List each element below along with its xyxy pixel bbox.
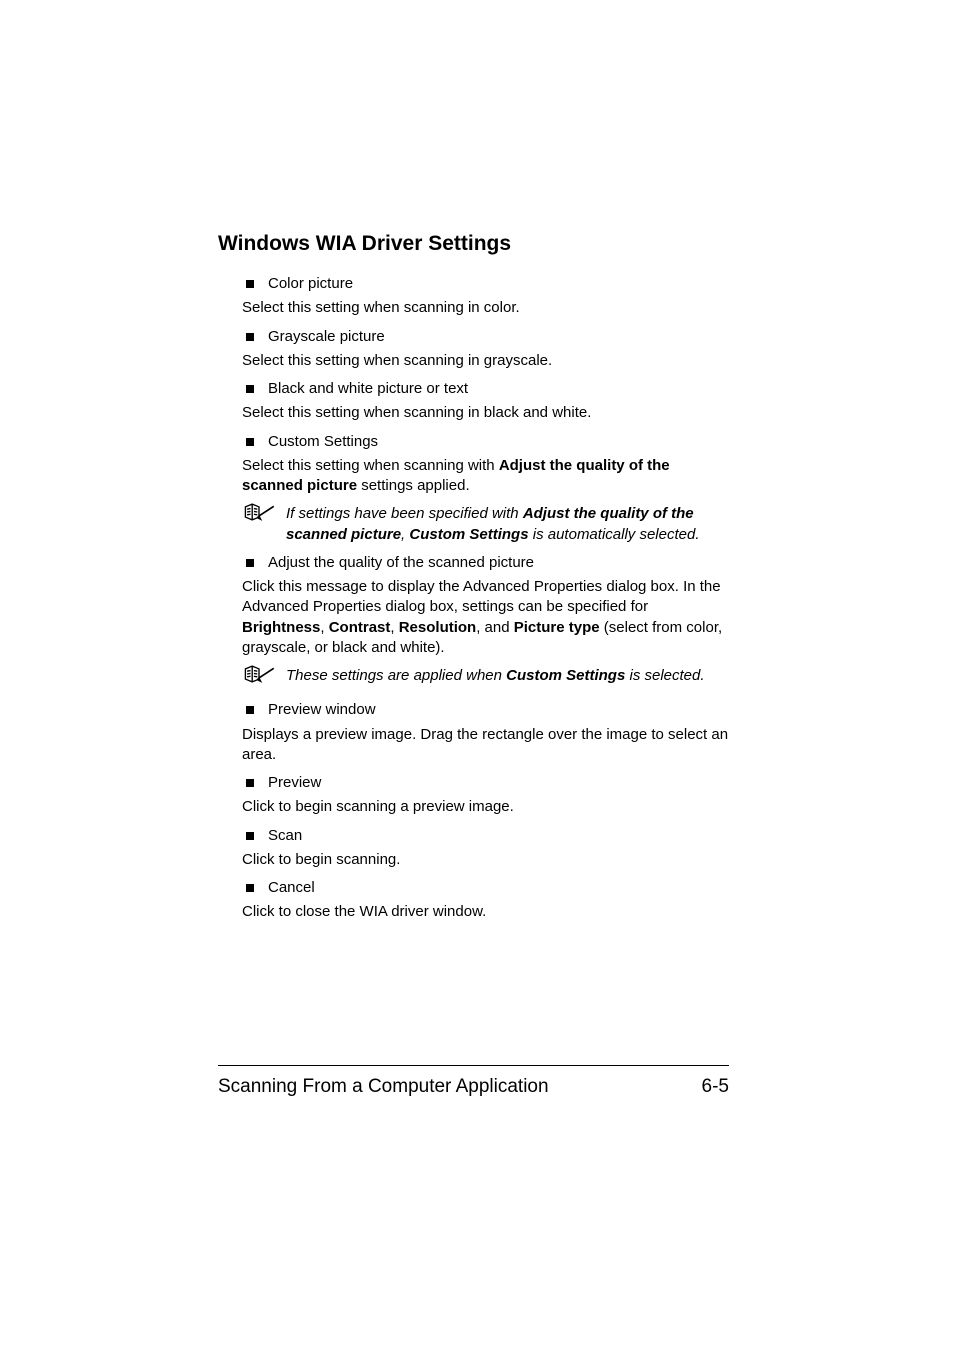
note-icon <box>242 664 276 690</box>
desc-bw-picture: Select this setting when scanning in bla… <box>242 403 729 423</box>
text-fragment: , and <box>476 619 514 636</box>
square-bullet-icon <box>246 280 254 288</box>
desc-preview-window: Displays a preview image. Drag the recta… <box>242 725 729 766</box>
square-bullet-icon <box>246 438 254 446</box>
text-bold: Custom Settings <box>409 526 528 543</box>
bullet-label: Black and white picture or text <box>268 379 468 399</box>
text-fragment: If settings have been specified with <box>286 505 523 522</box>
text-fragment: Click this message to display the Advanc… <box>242 578 721 615</box>
bullet-grayscale-picture: Grayscale picture <box>246 327 729 347</box>
desc-cancel: Click to close the WIA driver window. <box>242 902 729 922</box>
desc-preview: Click to begin scanning a preview image. <box>242 797 729 817</box>
note-applied-when: These settings are applied when Custom S… <box>242 666 729 692</box>
text-fragment: is automatically selected. <box>529 526 700 543</box>
bullet-preview-window: Preview window <box>246 700 729 720</box>
bullet-label: Preview window <box>268 700 376 720</box>
bullet-label: Cancel <box>268 878 315 898</box>
desc-color-picture: Select this setting when scanning in col… <box>242 298 729 318</box>
bullet-color-picture: Color picture <box>246 274 729 294</box>
bullet-label: Preview <box>268 773 321 793</box>
desc-grayscale-picture: Select this setting when scanning in gra… <box>242 351 729 371</box>
square-bullet-icon <box>246 706 254 714</box>
square-bullet-icon <box>246 832 254 840</box>
desc-scan: Click to begin scanning. <box>242 850 729 870</box>
square-bullet-icon <box>246 333 254 341</box>
bullet-preview: Preview <box>246 773 729 793</box>
footer-rule <box>218 1065 729 1066</box>
text-fragment: These settings are applied when <box>286 667 506 684</box>
content-body: Color picture Select this setting when s… <box>218 274 729 923</box>
text-fragment: , <box>390 619 398 636</box>
note-icon <box>242 502 276 543</box>
note-text: These settings are applied when Custom S… <box>286 666 729 692</box>
text-bold: Contrast <box>329 619 391 636</box>
square-bullet-icon <box>246 559 254 567</box>
footer-line: Scanning From a Computer Application 6-5 <box>218 1076 729 1098</box>
bullet-label: Custom Settings <box>268 432 378 452</box>
text-fragment: settings applied. <box>357 477 470 494</box>
page: Windows WIA Driver Settings Color pictur… <box>0 0 954 1350</box>
desc-custom-settings: Select this setting when scanning with A… <box>242 456 729 497</box>
square-bullet-icon <box>246 884 254 892</box>
note-text: If settings have been specified with Adj… <box>286 504 729 545</box>
bullet-cancel: Cancel <box>246 878 729 898</box>
bullet-label: Grayscale picture <box>268 327 385 347</box>
bullet-label: Scan <box>268 826 302 846</box>
section-heading: Windows WIA Driver Settings <box>218 232 729 256</box>
bullet-custom-settings: Custom Settings <box>246 432 729 452</box>
desc-adjust-quality: Click this message to display the Advanc… <box>242 577 729 658</box>
text-bold: Picture type <box>514 619 600 636</box>
text-fragment: Select this setting when scanning with <box>242 457 499 474</box>
text-bold: Brightness <box>242 619 320 636</box>
text-fragment: is selected. <box>625 667 704 684</box>
bullet-label: Color picture <box>268 274 353 294</box>
note-custom-settings: If settings have been specified with Adj… <box>242 504 729 545</box>
bullet-adjust-quality: Adjust the quality of the scanned pictur… <box>246 553 729 573</box>
bullet-bw-picture: Black and white picture or text <box>246 379 729 399</box>
text-fragment: , <box>320 619 328 636</box>
square-bullet-icon <box>246 385 254 393</box>
page-number: 6-5 <box>702 1076 729 1098</box>
footer-title: Scanning From a Computer Application <box>218 1076 549 1098</box>
bullet-scan: Scan <box>246 826 729 846</box>
text-bold: Custom Settings <box>506 667 625 684</box>
page-footer: Scanning From a Computer Application 6-5 <box>218 1065 729 1098</box>
bullet-label: Adjust the quality of the scanned pictur… <box>268 553 534 573</box>
square-bullet-icon <box>246 779 254 787</box>
text-bold: Resolution <box>399 619 477 636</box>
